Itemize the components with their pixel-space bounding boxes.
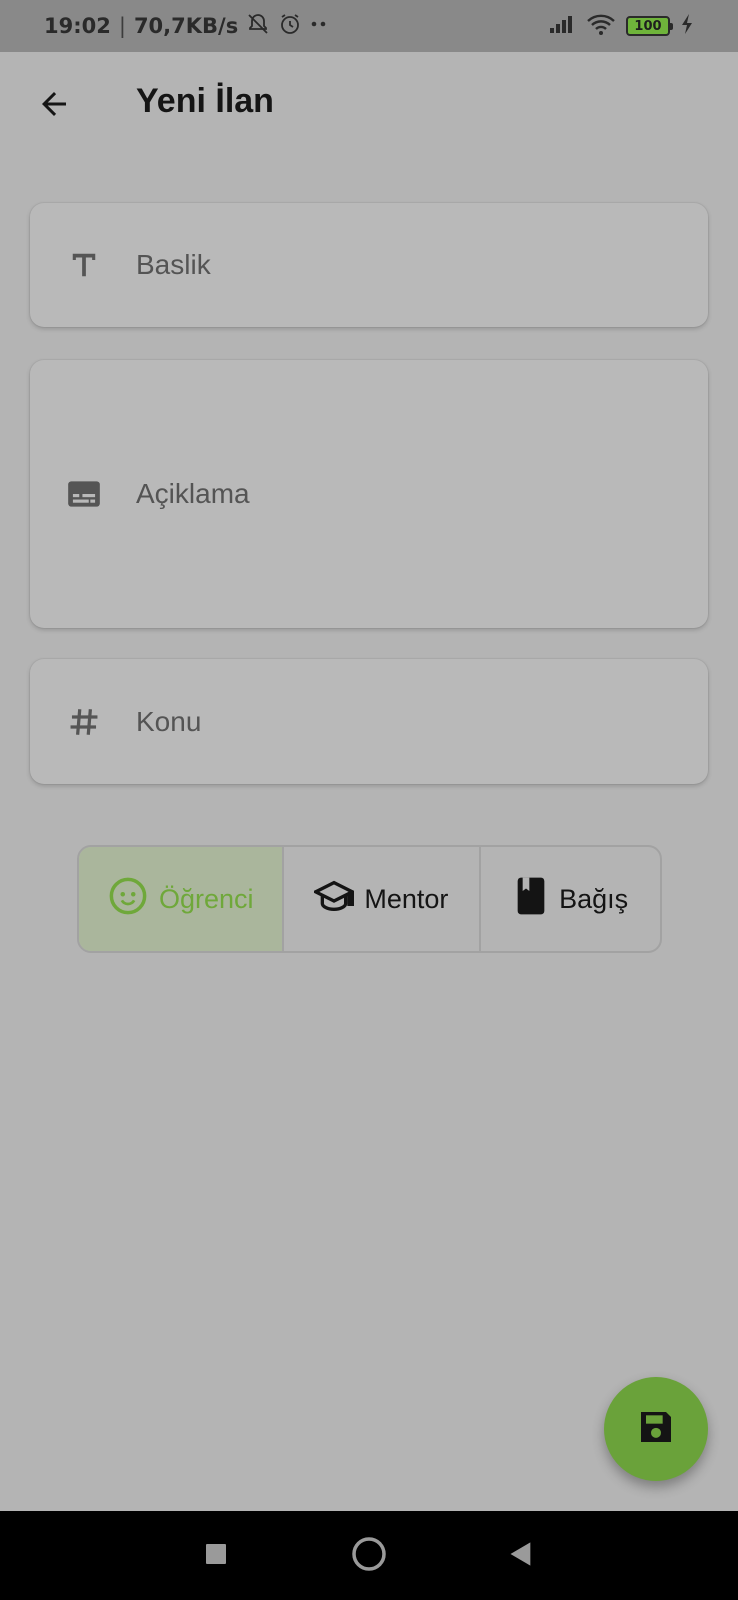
alarm-icon	[278, 12, 302, 41]
hashtag-icon	[64, 702, 104, 742]
notifications-off-icon	[246, 12, 270, 41]
network-speed: 70,7KB/s	[133, 14, 239, 38]
screen: 19:02 | 70,7KB/s 100 Yeni İlan Baslik Aç…	[0, 0, 738, 1600]
description-placeholder: Açiklama	[136, 478, 250, 509]
status-left: 19:02 | 70,7KB/s	[44, 12, 328, 41]
recents-button[interactable]	[193, 1533, 239, 1579]
description-field[interactable]: Açiklama	[30, 360, 708, 628]
signal-icon	[548, 13, 576, 40]
back-button[interactable]	[30, 82, 78, 130]
book-icon	[513, 876, 549, 923]
segment-bagis[interactable]: Bağış	[479, 847, 660, 951]
segment-ogrenci[interactable]: Öğrenci	[79, 847, 282, 951]
listing-type-toggle: Öğrenci Mentor Bağış	[77, 845, 662, 953]
title-field[interactable]: Baslik	[30, 203, 708, 327]
back-nav-button[interactable]	[498, 1533, 544, 1579]
title-placeholder: Baslik	[136, 249, 211, 280]
status-time: 19:02	[44, 14, 111, 38]
wifi-icon	[586, 12, 616, 41]
status-right: 100	[548, 12, 694, 41]
top-app-bar: Yeni İlan	[0, 52, 738, 162]
segment-mentor[interactable]: Mentor	[281, 847, 480, 951]
status-bar: 19:02 | 70,7KB/s 100	[0, 0, 738, 52]
topic-field[interactable]: Konu	[30, 659, 708, 784]
topic-placeholder: Konu	[136, 705, 202, 737]
child-face-icon	[107, 875, 149, 924]
segment-label-bagis: Bağış	[559, 883, 629, 914]
charging-icon	[680, 13, 694, 40]
square-icon	[204, 1542, 228, 1570]
triangle-back-icon	[507, 1540, 535, 1572]
subtitles-icon	[64, 474, 104, 514]
page-title: Yeni İlan	[136, 82, 274, 120]
segment-label-mentor: Mentor	[364, 883, 449, 914]
circle-icon	[351, 1536, 387, 1576]
more-dots-icon	[310, 12, 328, 41]
home-button[interactable]	[346, 1533, 392, 1579]
save-icon	[636, 1407, 676, 1451]
battery-indicator: 100	[626, 16, 673, 36]
system-nav-bar	[0, 1511, 738, 1600]
status-separator: |	[118, 14, 126, 38]
school-cap-icon	[312, 876, 355, 923]
arrow-back-icon	[36, 86, 72, 126]
save-button[interactable]	[604, 1377, 708, 1481]
text-format-icon	[64, 245, 104, 285]
segment-label-ogrenci: Öğrenci	[159, 883, 254, 914]
